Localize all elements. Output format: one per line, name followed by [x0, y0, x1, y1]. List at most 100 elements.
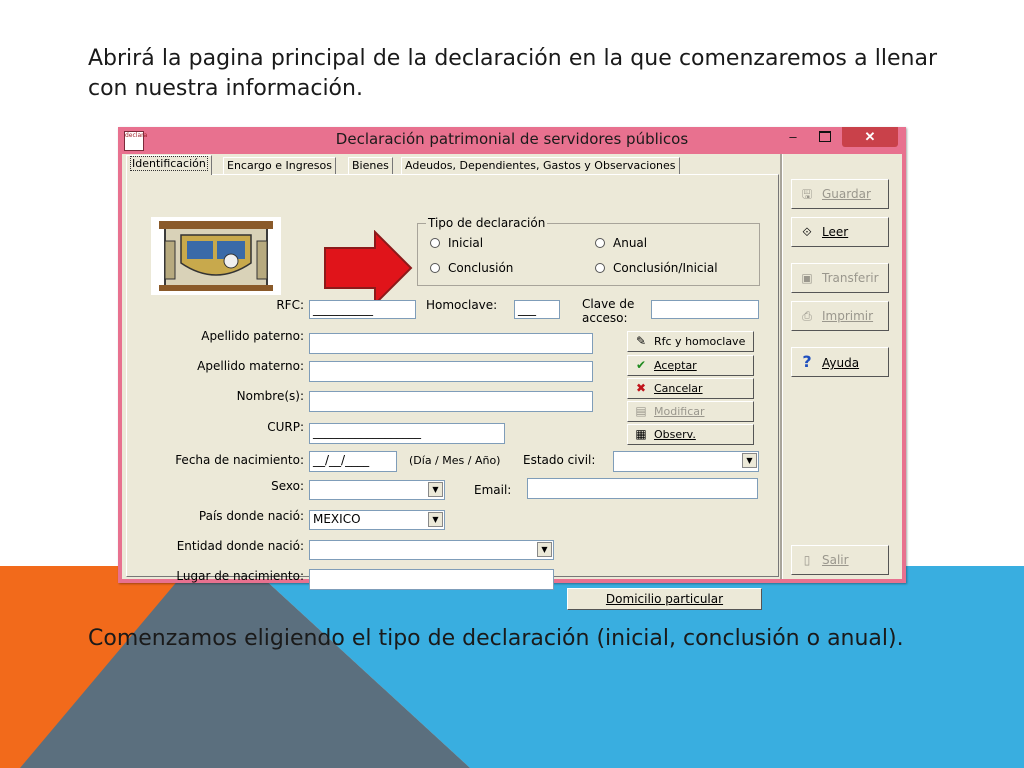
- leer-button[interactable]: ⟐ Leer: [791, 217, 889, 247]
- radio-conclusion[interactable]: Conclusión: [430, 261, 513, 275]
- clave-acceso-label-line1: Clave de: [582, 297, 635, 311]
- declaracion-window: declara Declaración patrimonial de servi…: [118, 127, 906, 610]
- radio-label: Conclusión: [448, 261, 514, 275]
- nombres-label: Nombre(s):: [236, 389, 304, 403]
- entidad-nacio-label: Entidad donde nació:: [176, 539, 304, 553]
- estado-civil-label: Estado civil:: [523, 453, 596, 467]
- clave-acceso-field[interactable]: [651, 300, 759, 319]
- modificar-label: Modificar: [654, 405, 705, 418]
- identificacion-panel: Tipo de declaración Inicial Anual Conclu…: [126, 174, 779, 610]
- guardar-button[interactable]: 🖫 Guardar: [791, 179, 889, 209]
- apellido-paterno-field[interactable]: [309, 333, 593, 354]
- aceptar-button[interactable]: ✔ Aceptar: [627, 355, 754, 376]
- radio-circle-icon: [595, 238, 605, 248]
- leer-label: Leer: [822, 225, 849, 239]
- nombres-field[interactable]: [309, 391, 593, 412]
- radio-circle-icon: [430, 263, 440, 273]
- close-button[interactable]: ✕: [842, 127, 898, 147]
- chevron-down-icon: ▼: [537, 542, 552, 557]
- transferir-button[interactable]: ▣ Transferir: [791, 263, 889, 293]
- print-icon: ⎙: [802, 309, 812, 323]
- aceptar-label: Aceptar: [654, 359, 697, 372]
- exit-icon: ▯: [803, 553, 811, 567]
- help-icon: ?: [802, 352, 812, 371]
- tab-identificacion[interactable]: Identificación: [126, 155, 212, 175]
- radio-label: Inicial: [448, 236, 484, 250]
- rfc-field[interactable]: __________: [309, 300, 416, 319]
- fecha-format-hint: (Día / Mes / Año): [409, 454, 501, 467]
- tab-label: Identificación: [130, 156, 208, 171]
- save-icon: 🖫: [801, 187, 813, 201]
- pais-nacio-value: MEXICO: [313, 512, 361, 526]
- email-label: Email:: [474, 483, 512, 497]
- edit-icon: ▤: [635, 404, 647, 418]
- logo-shield-icon: [159, 221, 273, 291]
- radio-circle-icon: [430, 238, 440, 248]
- maximize-button[interactable]: [811, 127, 839, 147]
- chevron-down-icon: ▼: [428, 482, 443, 497]
- tab-bienes[interactable]: Bienes: [348, 157, 393, 174]
- radio-anual[interactable]: Anual: [595, 236, 647, 250]
- radio-label: Conclusión/Inicial: [613, 261, 718, 275]
- clave-acceso-label: Clave de acceso:: [582, 297, 634, 325]
- rfc-label: RFC:: [276, 298, 304, 312]
- domicilio-particular-button[interactable]: Domicilio particular: [567, 588, 762, 610]
- radio-inicial[interactable]: Inicial: [430, 236, 483, 250]
- notes-icon: ▦: [635, 427, 647, 441]
- estado-civil-select[interactable]: ▼: [613, 451, 759, 472]
- sexo-select[interactable]: ▼: [309, 480, 445, 500]
- domicilio-label: Domicilio particular: [605, 592, 724, 606]
- cancelar-label: Cancelar: [654, 382, 703, 395]
- tipo-declaracion-group: Tipo de declaración Inicial Anual Conclu…: [417, 216, 760, 286]
- tab-encargo-ingresos[interactable]: Encargo e Ingresos: [223, 157, 336, 174]
- ayuda-button[interactable]: ? Ayuda: [791, 347, 889, 377]
- chevron-down-icon: ▼: [742, 453, 757, 468]
- minimize-button[interactable]: –: [781, 127, 805, 147]
- ayuda-label: Ayuda: [822, 356, 860, 370]
- curp-label: CURP:: [267, 420, 304, 434]
- fecha-nacimiento-field[interactable]: __/__/____: [309, 451, 397, 472]
- observ-label: Observ.: [654, 428, 696, 441]
- sexo-label: Sexo:: [271, 479, 304, 493]
- modificar-button[interactable]: ▤ Modificar: [627, 401, 754, 422]
- chevron-down-icon: ▼: [428, 512, 443, 527]
- maximize-icon: [819, 131, 831, 142]
- rfc-homoclave-label: Rfc y homoclave: [654, 335, 746, 348]
- imprimir-button[interactable]: ⎙ Imprimir: [791, 301, 889, 331]
- salir-label: Salir: [822, 553, 849, 567]
- tipo-declaracion-legend: Tipo de declaración: [426, 216, 548, 230]
- entidad-nacio-select[interactable]: ▼: [309, 540, 554, 560]
- homoclave-label: Homoclave:: [426, 298, 498, 312]
- email-field[interactable]: [527, 478, 758, 499]
- institution-logo: [151, 217, 281, 295]
- lugar-nacimiento-label: Lugar de nacimiento:: [176, 569, 304, 583]
- read-icon: ⟐: [802, 225, 812, 239]
- transfer-icon: ▣: [801, 271, 813, 285]
- radio-conclusion-inicial[interactable]: Conclusión/Inicial: [595, 261, 718, 275]
- title-bar[interactable]: declara Declaración patrimonial de servi…: [118, 127, 906, 153]
- tab-adeudos[interactable]: Adeudos, Dependientes, Gastos y Observac…: [401, 157, 680, 174]
- lugar-nacimiento-field[interactable]: [309, 569, 554, 590]
- salir-button[interactable]: ▯ Salir: [791, 545, 889, 575]
- observ-button[interactable]: ▦ Observ.: [627, 424, 754, 445]
- homoclave-field[interactable]: ___: [514, 300, 560, 319]
- x-icon: ✖: [635, 381, 647, 395]
- transferir-label: Transferir: [822, 271, 879, 285]
- apellido-materno-field[interactable]: [309, 361, 593, 382]
- red-arrow-icon: [324, 230, 413, 306]
- apellido-paterno-label: Apellido paterno:: [201, 329, 304, 343]
- curp-field[interactable]: __________________: [309, 423, 505, 444]
- imprimir-label: Imprimir: [822, 309, 874, 323]
- clave-acceso-label-line2: acceso:: [582, 311, 628, 325]
- radio-label: Anual: [613, 236, 648, 250]
- cancelar-button[interactable]: ✖ Cancelar: [627, 378, 754, 399]
- pencil-icon: ✎: [635, 334, 647, 348]
- pais-nacio-select[interactable]: MEXICO ▼: [309, 510, 445, 530]
- pais-nacio-label: País donde nació:: [198, 509, 304, 523]
- radio-circle-icon: [595, 263, 605, 273]
- apellido-materno-label: Apellido materno:: [197, 359, 304, 373]
- rfc-homoclave-button[interactable]: ✎ Rfc y homoclave: [627, 331, 754, 352]
- slide-caption-text: Comenzamos eligiendo el tipo de declarac…: [88, 626, 904, 651]
- slide-intro-text: Abrirá la pagina principal de la declara…: [88, 46, 937, 101]
- check-icon: ✔: [635, 358, 647, 372]
